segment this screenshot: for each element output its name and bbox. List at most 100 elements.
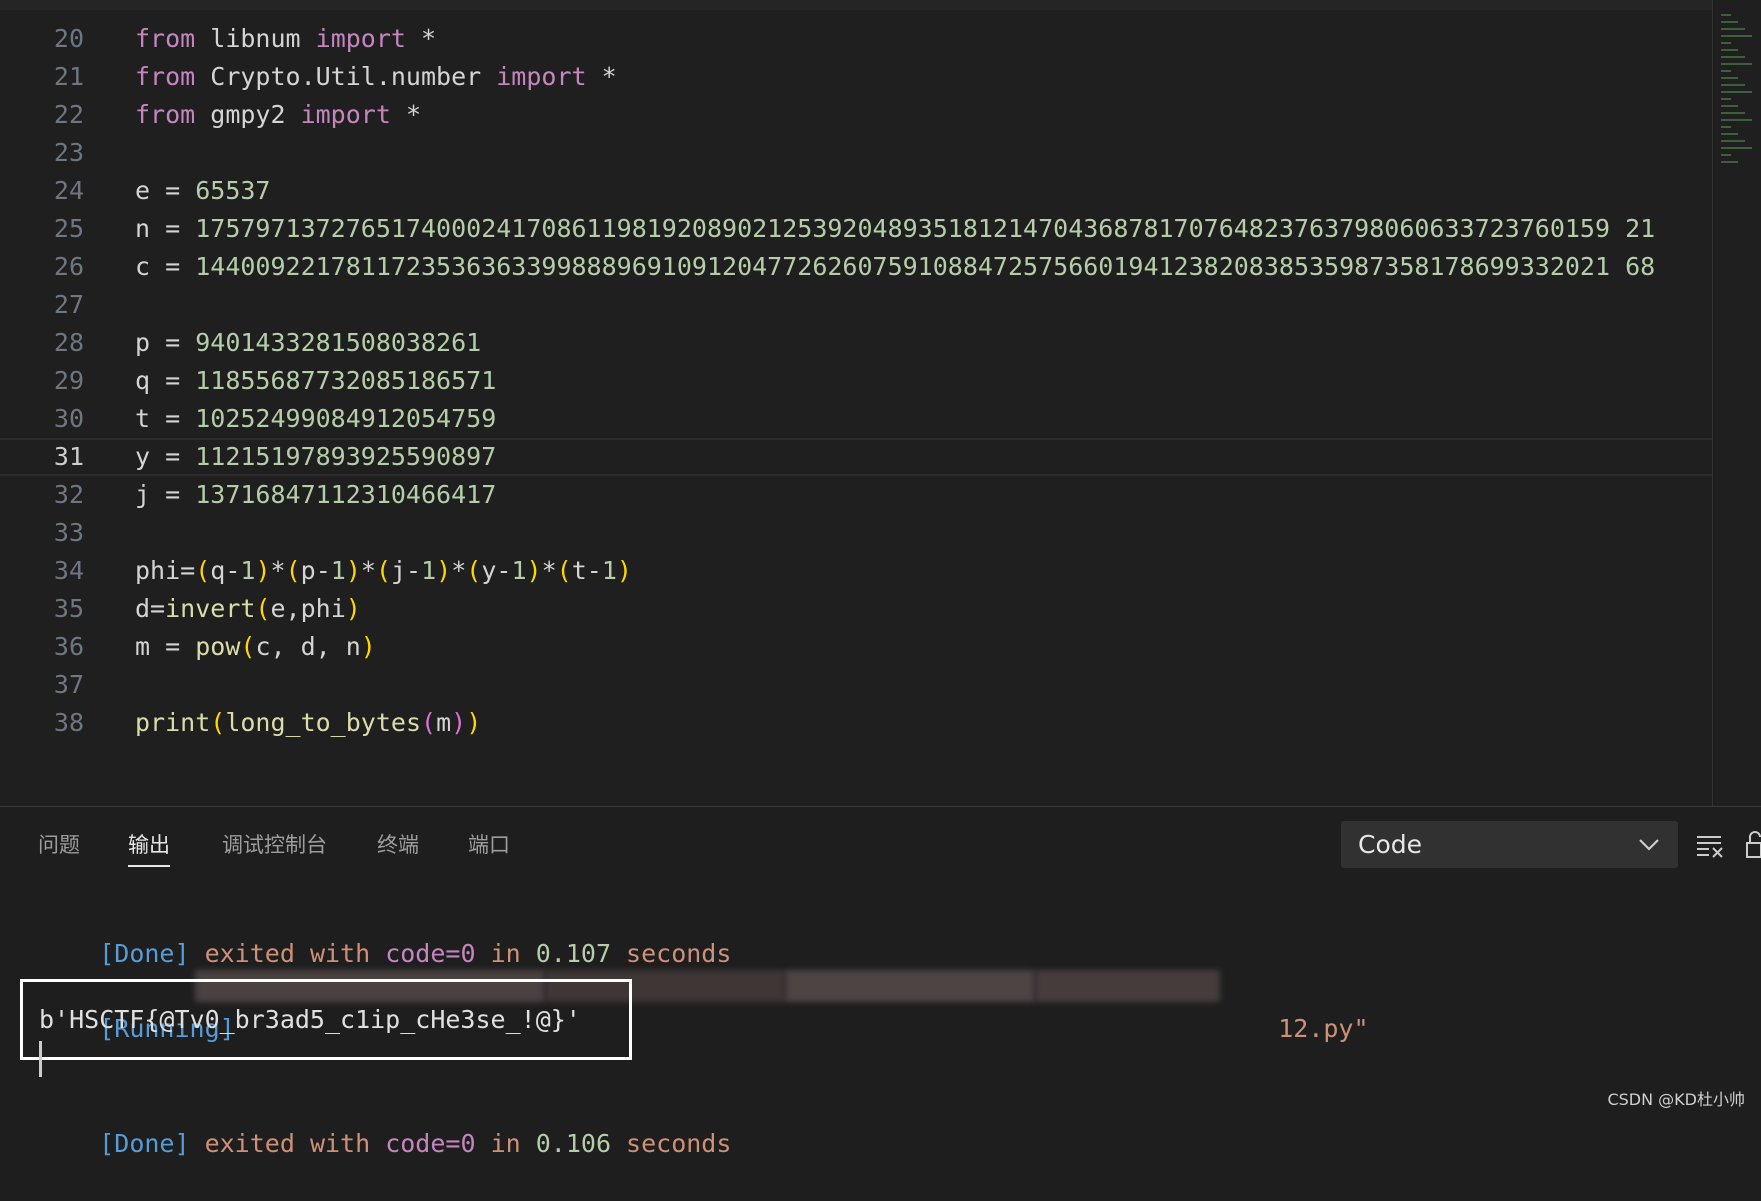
code-token: invert — [165, 594, 256, 623]
line-number: 34 — [53, 556, 84, 585]
output-tag: [Done] — [99, 939, 190, 968]
code-token: ) — [616, 556, 632, 585]
minimap-line — [1721, 42, 1731, 44]
code-text: from libnum import * — [135, 20, 436, 58]
minimap[interactable] — [1712, 0, 1761, 806]
minimap-line — [1721, 147, 1752, 149]
code-token: 11215197893925590897 — [195, 442, 497, 471]
line-number: 36 — [53, 632, 84, 661]
line-number: 31 — [53, 442, 84, 471]
code-token: 1 — [511, 556, 527, 585]
code-text: print(long_to_bytes(m)) — [135, 704, 481, 742]
code-token: t = — [135, 404, 196, 433]
minimap-line — [1721, 140, 1745, 142]
code-line[interactable]: 27 — [0, 286, 1712, 324]
code-token: Crypto.Util.number — [195, 62, 497, 91]
code-line[interactable]: 25 n = 1757971372765174000241708611981920… — [0, 210, 1712, 248]
code-line[interactable]: 24 e = 65537 — [0, 172, 1712, 210]
code-token: * — [270, 556, 286, 585]
clear-output-icon[interactable] — [1695, 833, 1725, 859]
code-line[interactable]: 34 phi=(q-1)*(p-1)*(j-1)*(y-1)*(t-1) — [0, 552, 1712, 590]
code-token: ) — [466, 708, 482, 737]
output-line-done-1: [Done] exited with code=0 in 0.107 secon… — [39, 897, 731, 968]
redacted-path — [1035, 970, 1220, 1002]
code-line[interactable]: 22 from gmpy2 import * — [0, 96, 1712, 134]
output-time: 0.107 — [535, 939, 611, 968]
code-token: y- — [481, 556, 512, 585]
code-token: 1440092217811723536363399888969109120477… — [195, 252, 1656, 281]
code-token: 13716847112310466417 — [195, 480, 497, 509]
code-token: ) — [255, 556, 271, 585]
output-time: 0.106 — [535, 1129, 611, 1158]
code-token: p = — [135, 328, 196, 357]
code-token: 10252499084912054759 — [195, 404, 497, 433]
code-text: t = 10252499084912054759 — [135, 400, 496, 438]
minimap-line — [1721, 21, 1738, 23]
code-line[interactable]: 32 j = 13716847112310466417 — [0, 476, 1712, 514]
code-token: e = — [135, 176, 196, 205]
code-line[interactable]: 29 q = 11855687732085186571 — [0, 362, 1712, 400]
code-line[interactable]: 21 from Crypto.Util.number import * — [0, 58, 1712, 96]
code-token: 1 — [601, 556, 617, 585]
minimap-line — [1721, 84, 1745, 86]
code-token: j- — [391, 556, 422, 585]
code-token: ( — [285, 556, 301, 585]
code-text: from gmpy2 import * — [135, 96, 421, 134]
code-line[interactable]: 28 p = 9401433281508038261 — [0, 324, 1712, 362]
code-text: d=invert(e,phi) — [135, 590, 361, 628]
code-line[interactable]: 33 — [0, 514, 1712, 552]
code-line[interactable]: 30 t = 10252499084912054759 — [0, 400, 1712, 438]
code-token: 9401433281508038261 — [195, 328, 482, 357]
output-channel-select[interactable]: Code — [1341, 821, 1678, 868]
minimap-line — [1721, 77, 1738, 79]
code-line[interactable]: 26 c = 1440092217811723536363399888969109… — [0, 248, 1712, 286]
code-line[interactable]: 36 m = pow(c, d, n) — [0, 628, 1712, 666]
minimap-line — [1721, 126, 1731, 128]
code-text: phi=(q-1)*(p-1)*(j-1)*(y-1)*(t-1) — [135, 552, 632, 590]
tab-debug-console[interactable]: 调试控制台 — [222, 829, 327, 865]
output-running-tail: 12.py" — [1218, 972, 1368, 1043]
line-number: 22 — [53, 100, 84, 129]
code-token: ( — [210, 708, 226, 737]
code-text: m = pow(c, d, n) — [135, 628, 376, 666]
code-token: ) — [360, 632, 376, 661]
code-line[interactable]: 35 d=invert(e,phi) — [0, 590, 1712, 628]
code-token: d= — [135, 594, 166, 623]
chevron-down-icon — [1639, 839, 1659, 851]
line-number: 28 — [53, 328, 84, 357]
output-text: in — [475, 1129, 536, 1158]
lock-icon[interactable] — [1745, 829, 1761, 861]
minimap-line — [1721, 28, 1745, 30]
tab-ports[interactable]: 端口 — [468, 829, 510, 865]
output-code: code=0 — [385, 1129, 476, 1158]
code-token: ( — [255, 594, 271, 623]
tab-output[interactable]: 输出 — [128, 829, 170, 867]
code-token: gmpy2 — [195, 100, 301, 129]
line-number: 35 — [53, 594, 84, 623]
code-token: phi= — [135, 556, 196, 585]
code-text: j = 13716847112310466417 — [135, 476, 496, 514]
code-line[interactable]: 20 from libnum import * — [0, 20, 1712, 58]
code-line[interactable]: 37 — [0, 666, 1712, 704]
code-token: ( — [466, 556, 482, 585]
code-line[interactable]: 38 print(long_to_bytes(m)) — [0, 704, 1712, 742]
code-token: m = — [135, 632, 196, 661]
code-line[interactable]: 23 — [0, 134, 1712, 172]
output-text: in — [475, 939, 536, 968]
output-file-name: 12.py" — [1278, 1014, 1369, 1043]
tab-problems[interactable]: 问题 — [38, 829, 80, 865]
code-editor[interactable]: 20 from libnum import * 21 from Crypto.Util… — [0, 0, 1761, 806]
tab-terminal[interactable]: 终端 — [377, 829, 419, 865]
code-token: 65537 — [195, 176, 271, 205]
line-number: 29 — [53, 366, 84, 395]
minimap-line — [1721, 133, 1738, 135]
text-cursor — [39, 1041, 42, 1077]
result-highlight-box — [20, 979, 632, 1060]
output-text: seconds — [611, 939, 732, 968]
code-token: p- — [300, 556, 331, 585]
code-token: ( — [240, 632, 256, 661]
code-line[interactable]: 31 y = 11215197893925590897 — [0, 438, 1712, 476]
minimap-line — [1721, 154, 1731, 156]
code-token: ( — [375, 556, 391, 585]
line-number: 20 — [53, 24, 84, 53]
